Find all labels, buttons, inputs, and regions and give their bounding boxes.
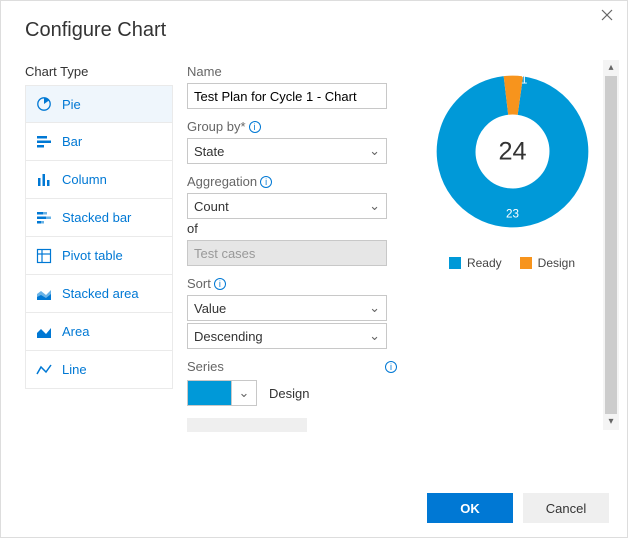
group-by-select[interactable]: State ⌄ bbox=[187, 138, 387, 164]
chart-type-label-text: Stacked bar bbox=[62, 210, 131, 225]
cancel-button[interactable]: Cancel bbox=[523, 493, 609, 523]
info-icon[interactable]: i bbox=[260, 176, 272, 188]
sort-direction-select[interactable]: Descending ⌄ bbox=[187, 323, 387, 349]
info-icon[interactable]: i bbox=[385, 361, 397, 373]
sort-label: Sort i bbox=[187, 276, 397, 291]
pie-icon bbox=[36, 96, 52, 112]
chart-type-label-text: Pie bbox=[62, 97, 81, 112]
donut-total: 24 bbox=[498, 137, 526, 165]
chart-type-pie[interactable]: Pie bbox=[26, 85, 172, 123]
scroll-thumb[interactable] bbox=[605, 76, 617, 414]
chart-type-line[interactable]: Line bbox=[26, 351, 172, 389]
name-label: Name bbox=[187, 64, 397, 79]
chart-type-label-text: Column bbox=[62, 172, 107, 187]
dialog-title: Configure Chart bbox=[25, 19, 627, 42]
chart-type-stacked-area[interactable]: Stacked area bbox=[26, 275, 172, 313]
aggregation-label: Aggregation i bbox=[187, 174, 397, 189]
legend-label: Design bbox=[538, 256, 575, 270]
info-icon[interactable]: i bbox=[214, 278, 226, 290]
chart-preview-panel: 24 1 23 Ready Design ▴ ▾ bbox=[407, 64, 617, 432]
legend-label: Ready bbox=[467, 256, 502, 270]
area-icon bbox=[36, 324, 52, 340]
chevron-down-icon: ⌄ bbox=[369, 198, 380, 214]
aggregation-value: Count bbox=[194, 199, 229, 214]
series-row-placeholder bbox=[187, 418, 307, 432]
legend-swatch bbox=[520, 257, 532, 269]
scrollbar[interactable]: ▴ ▾ bbox=[603, 60, 619, 430]
chevron-down-icon: ⌄ bbox=[369, 300, 380, 316]
ok-button[interactable]: OK bbox=[427, 493, 513, 523]
chart-type-stacked-bar[interactable]: Stacked bar bbox=[26, 199, 172, 237]
chart-type-panel: Chart Type Pie Bar Column bbox=[25, 64, 173, 432]
scroll-down-icon[interactable]: ▾ bbox=[603, 414, 619, 430]
column-icon bbox=[36, 172, 52, 188]
sort-field-select[interactable]: Value ⌄ bbox=[187, 295, 387, 321]
of-label: of bbox=[187, 221, 397, 236]
chart-type-list: Pie Bar Column Stacked bar bbox=[25, 85, 173, 389]
chart-type-label-text: Pivot table bbox=[62, 248, 123, 263]
group-by-value: State bbox=[194, 144, 224, 159]
legend-swatch bbox=[449, 257, 461, 269]
pivot-table-icon bbox=[36, 248, 52, 264]
chevron-down-icon: ⌄ bbox=[232, 385, 256, 401]
chart-legend: Ready Design bbox=[407, 256, 617, 270]
chart-type-label-text: Line bbox=[62, 362, 87, 377]
series-label: Series i bbox=[187, 359, 397, 374]
chart-type-area[interactable]: Area bbox=[26, 313, 172, 351]
donut-chart: 24 1 23 bbox=[425, 64, 600, 242]
chart-type-pivot-table[interactable]: Pivot table bbox=[26, 237, 172, 275]
name-input[interactable] bbox=[187, 83, 387, 109]
legend-item-design: Design bbox=[520, 256, 575, 270]
chevron-down-icon: ⌄ bbox=[369, 328, 380, 344]
aggregation-of-select: Test cases bbox=[187, 240, 387, 266]
line-icon bbox=[36, 362, 52, 378]
aggregation-select[interactable]: Count ⌄ bbox=[187, 193, 387, 219]
chevron-down-icon: ⌄ bbox=[369, 143, 380, 159]
legend-item-ready: Ready bbox=[449, 256, 502, 270]
series-color-picker[interactable]: ⌄ bbox=[187, 380, 257, 406]
group-by-label: Group by* i bbox=[187, 119, 397, 134]
sort-field-value: Value bbox=[194, 301, 226, 316]
dialog-footer: OK Cancel bbox=[427, 493, 609, 523]
close-button[interactable] bbox=[599, 9, 615, 25]
series-name: Design bbox=[269, 386, 309, 401]
chart-type-label-text: Stacked area bbox=[62, 286, 139, 301]
sort-direction-value: Descending bbox=[194, 329, 263, 344]
chart-type-label: Chart Type bbox=[25, 64, 173, 79]
info-icon[interactable]: i bbox=[249, 121, 261, 133]
aggregation-of-value: Test cases bbox=[194, 246, 255, 261]
stacked-area-icon bbox=[36, 286, 52, 302]
chart-type-label-text: Area bbox=[62, 324, 89, 339]
color-swatch bbox=[188, 381, 232, 405]
stacked-bar-icon bbox=[36, 210, 52, 226]
chart-type-bar[interactable]: Bar bbox=[26, 123, 172, 161]
donut-slice-value-design: 1 bbox=[520, 73, 526, 86]
bar-icon bbox=[36, 134, 52, 150]
chart-type-label-text: Bar bbox=[62, 134, 82, 149]
donut-slice-value-ready: 23 bbox=[506, 208, 519, 221]
scroll-up-icon[interactable]: ▴ bbox=[603, 60, 619, 76]
form-panel: Name Group by* i State ⌄ Aggregation i C… bbox=[187, 64, 397, 432]
chart-type-column[interactable]: Column bbox=[26, 161, 172, 199]
